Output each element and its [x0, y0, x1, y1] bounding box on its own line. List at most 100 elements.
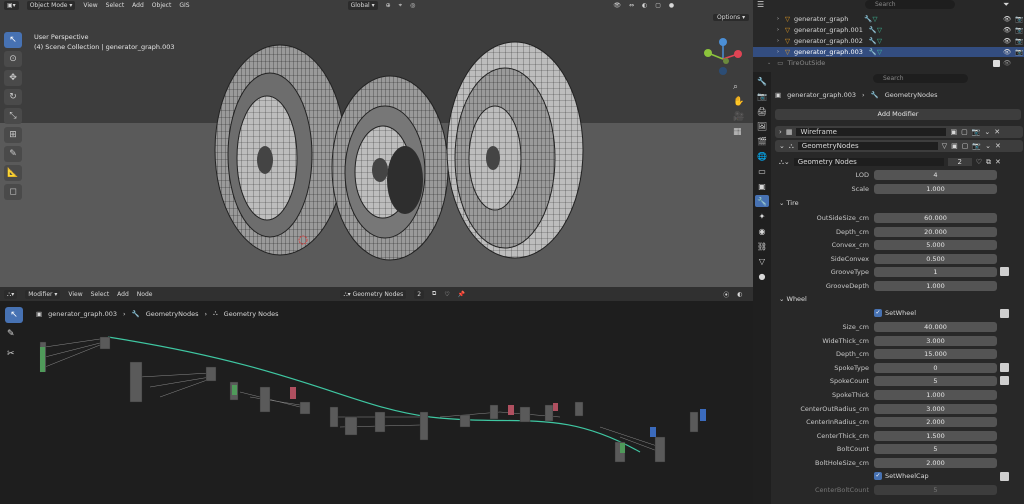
tire-panel-header[interactable]: ⌄ Tire	[779, 198, 799, 208]
eye-icon[interactable]: 👁	[1003, 37, 1011, 45]
render-tab-icon[interactable]: 📷	[755, 90, 769, 102]
wheel-panel-header[interactable]: ⌄ Wheel	[779, 294, 807, 304]
object-tab-icon[interactable]: ▣	[755, 180, 769, 192]
outliner-row[interactable]: ⌄ ▭ TireOutSide 👁	[753, 58, 1024, 68]
view-layer-tab-icon[interactable]: 🖼	[755, 120, 769, 132]
snap-icon[interactable]: ⌖	[399, 2, 402, 10]
menu-object[interactable]: Object	[152, 2, 172, 9]
node-group-selector[interactable]: ⛬⌄ Geometry Nodes 2 ♡ ⧉ ✕	[779, 157, 1021, 167]
center-bolt-count-field[interactable]: 5	[874, 485, 997, 495]
outliner-row[interactable]: › ▽ generator_graph.002 🔧▽ 👁 📷	[753, 36, 1024, 46]
data-tab-icon[interactable]: ▽	[755, 255, 769, 267]
scene-tab-icon[interactable]: 🎬	[755, 135, 769, 147]
menu-gis[interactable]: GIS	[179, 2, 189, 9]
physics-tab-icon[interactable]: ◉	[755, 225, 769, 237]
shading-solid-icon[interactable]: ●	[669, 2, 674, 9]
close-icon[interactable]: ✕	[994, 128, 1000, 136]
material-tab-icon[interactable]: ●	[755, 270, 769, 282]
visibility-icon[interactable]: 👁	[613, 2, 621, 9]
outliner-row-selected[interactable]: › ▽ generator_graph.003 🔧▽ 👁 📷	[753, 47, 1024, 57]
modifier-name-field[interactable]: GeometryNodes	[797, 142, 938, 150]
value-field[interactable]: 5.000	[874, 240, 997, 251]
fake-user-icon[interactable]: ♡	[976, 158, 982, 166]
editmode-icon[interactable]: ▣	[950, 128, 957, 136]
wheels-model[interactable]	[205, 40, 605, 270]
value-field[interactable]: 40.000	[874, 322, 997, 332]
node-tree-icon[interactable]: ⛬⌄	[779, 158, 790, 167]
render-camera-icon[interactable]: 📷	[1015, 26, 1023, 34]
add-modifier-button[interactable]: Add Modifier	[775, 109, 1021, 120]
close-icon[interactable]: ✕	[995, 158, 1001, 166]
value-field[interactable]: 0	[874, 362, 997, 373]
scale-tool-icon[interactable]: ⤡	[4, 108, 22, 124]
move-tool-icon[interactable]: ✥	[4, 70, 22, 86]
navigation-gizmo[interactable]	[700, 36, 746, 82]
xray-icon[interactable]: ▢	[655, 2, 661, 9]
constraints-tab-icon[interactable]: ⛓	[755, 240, 769, 252]
render-camera-icon[interactable]: 📷	[1015, 37, 1023, 45]
render-camera-icon[interactable]: 📷	[1015, 15, 1023, 23]
dropdown-icon[interactable]: ⌄	[984, 128, 990, 136]
chevron-right-icon[interactable]: ›	[779, 128, 782, 136]
node-socket-icon[interactable]	[1000, 472, 1009, 481]
value-field[interactable]: 0.500	[874, 253, 997, 264]
value-field[interactable]: 5	[874, 444, 997, 455]
eye-icon[interactable]: 👁	[1003, 26, 1011, 34]
realtime-icon[interactable]: ▢	[961, 128, 968, 136]
tool-tab-icon[interactable]: 🔧	[755, 75, 769, 87]
value-field[interactable]: 15.000	[874, 349, 997, 360]
menu-select[interactable]: Select	[106, 2, 125, 9]
pivot-icon[interactable]: ⊕	[386, 2, 391, 9]
node-socket-icon[interactable]	[1000, 362, 1009, 372]
editmode-icon[interactable]: ▣	[951, 142, 958, 150]
properties-editor[interactable]: 🔧 📷 🖨 🖼 🎬 🌐 ▭ ▣ 🔧 ✦ ◉ ⛓ ▽ ● Search ▣ gen…	[753, 72, 1024, 504]
render-camera-icon[interactable]: 📷	[1015, 48, 1023, 56]
value-field[interactable]: 5	[874, 376, 997, 387]
select-tool-icon[interactable]: ↖	[4, 32, 22, 48]
eye-icon[interactable]: 👁	[1003, 59, 1011, 67]
options-dropdown[interactable]: Options ▾	[713, 14, 750, 21]
value-field[interactable]: 60.000	[874, 213, 997, 223]
value-field[interactable]: 20.000	[874, 226, 997, 237]
close-icon[interactable]: ✕	[995, 142, 1001, 150]
zoom-icon[interactable]: ⌕	[733, 80, 744, 95]
modifier-name-field[interactable]: Wireframe	[796, 128, 947, 136]
rotate-tool-icon[interactable]: ↻	[4, 89, 22, 105]
scale-field[interactable]: 1.000	[874, 184, 997, 194]
camera-icon[interactable]: 🎥	[733, 110, 744, 125]
world-tab-icon[interactable]: 🌐	[755, 150, 769, 162]
3d-viewport[interactable]: ▣▾ Object Mode ▾ View Select Add Object …	[0, 0, 753, 287]
duplicate-icon[interactable]: ⧉	[986, 158, 991, 167]
add-cube-tool-icon[interactable]: ◻	[4, 184, 22, 200]
collection-tab-icon[interactable]: ▭	[755, 165, 769, 177]
modifier-panel-geometrynodes[interactable]: ⌄ ⛬ GeometryNodes ▽ ▣ ▢ 📷 ⌄ ✕	[775, 140, 1023, 152]
set-wheel-checkbox[interactable]: ✓	[874, 309, 882, 317]
node-editor[interactable]: ⛬▾ Modifier ▾ View Select Add Node ⛬▾ Ge…	[0, 287, 753, 504]
node-graph[interactable]	[0, 287, 753, 504]
node-socket-icon[interactable]	[1000, 309, 1009, 318]
particles-tab-icon[interactable]: ✦	[755, 210, 769, 222]
transform-tool-icon[interactable]: ⊞	[4, 127, 22, 143]
chevron-down-icon[interactable]: ⌄	[779, 142, 785, 150]
measure-tool-icon[interactable]: 📐	[4, 165, 22, 181]
realtime-icon[interactable]: ▢	[962, 142, 969, 150]
render-icon[interactable]: 📷	[972, 128, 981, 136]
modifier-panel-wireframe[interactable]: › ▦ Wireframe ▣ ▢ 📷 ⌄ ✕	[775, 126, 1023, 138]
filter-icon[interactable]: ⏷	[1003, 0, 1009, 10]
value-field[interactable]: 1.000	[874, 281, 997, 291]
proportional-icon[interactable]: ◎	[410, 2, 415, 9]
transform-orientation-dropdown[interactable]: Global ▾	[347, 1, 378, 10]
annotate-tool-icon[interactable]: ✎	[4, 146, 22, 162]
value-field[interactable]: 1.000	[874, 390, 997, 400]
node-group-name[interactable]: Geometry Nodes	[793, 158, 944, 166]
node-socket-icon[interactable]	[1000, 267, 1009, 277]
value-field[interactable]: 1.500	[874, 430, 997, 441]
eye-icon[interactable]: 👁	[1003, 15, 1011, 23]
gizmo-icon[interactable]: ⇔	[629, 2, 634, 9]
node-group-users[interactable]: 2	[947, 158, 972, 166]
value-field[interactable]: 2.000	[874, 417, 997, 428]
editor-type-icon[interactable]: ▣▾	[4, 1, 19, 10]
set-wheel-cap-checkbox[interactable]: ✓	[874, 472, 882, 480]
render-icon[interactable]: 📷	[972, 142, 981, 150]
outliner-search-input[interactable]: Search	[865, 0, 955, 9]
